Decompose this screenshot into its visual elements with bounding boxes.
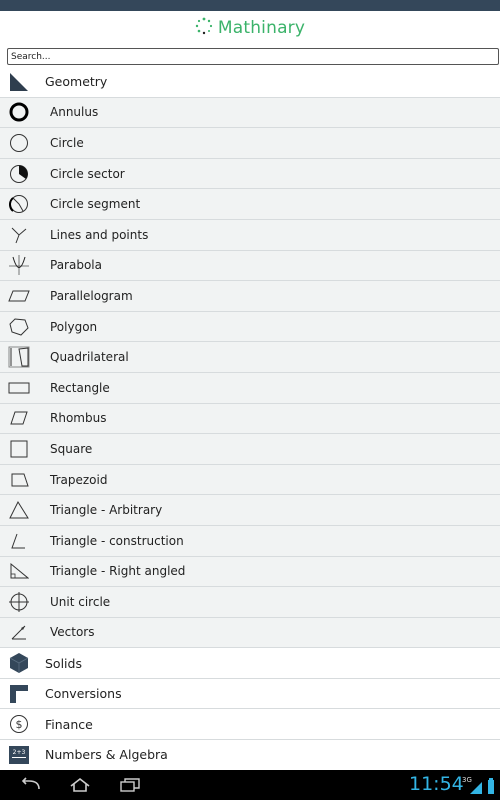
calculator-icon: 2+3 [8, 744, 30, 766]
list-item-label: Triangle - construction [50, 533, 184, 548]
recent-apps-icon[interactable] [116, 774, 144, 796]
svg-text:$: $ [16, 718, 23, 731]
svg-text:2+3: 2+3 [13, 749, 26, 756]
list-item-rhombus[interactable]: Rhombus [0, 403, 500, 435]
category-geometry[interactable]: Geometry [0, 67, 500, 98]
list-item-label: Polygon [50, 319, 98, 334]
dollar-icon: $ [8, 713, 30, 735]
list-item-quadrilateral[interactable]: Quadrilateral [0, 342, 500, 373]
list-item-parabola[interactable]: Parabola [0, 250, 500, 282]
list-item-unit-circle[interactable]: Unit circle [0, 587, 500, 618]
square-icon [8, 438, 30, 460]
corner-icon [8, 683, 30, 705]
network-type-label: 3G [462, 776, 472, 784]
circle-segment-icon [8, 193, 30, 215]
category-label: Solids [45, 655, 82, 671]
category-solids[interactable]: Solids [0, 648, 500, 679]
list-item-label: Circle segment [50, 197, 141, 212]
annulus-icon [8, 101, 30, 123]
list-item-label: Vectors [50, 625, 95, 640]
list-item-trapezoid[interactable]: Trapezoid [0, 464, 500, 496]
list-item-annulus[interactable]: Annulus [0, 97, 500, 129]
status-clock: 11:54 [409, 773, 464, 795]
list-item-label: Trapezoid [50, 472, 108, 487]
list-item-label: Parabola [50, 258, 102, 273]
signal-icon: 3G [461, 774, 497, 796]
quadrilateral-icon [8, 346, 30, 368]
list-item-label: Circle [50, 135, 84, 150]
list-item-triangle-construction[interactable]: Triangle - construction [0, 525, 500, 557]
rhombus-icon [8, 407, 30, 429]
cube-icon [8, 652, 30, 674]
list-item-polygon[interactable]: Polygon [0, 311, 500, 343]
system-nav-bar: 11:54 3G [0, 770, 500, 800]
unit-circle-icon [8, 591, 30, 613]
list-item-circle-sector[interactable]: Circle sector [0, 158, 500, 190]
lines-points-icon [8, 224, 30, 246]
list-item-label: Circle sector [50, 166, 125, 181]
list-item-label: Quadrilateral [50, 350, 129, 365]
list-item-label: Triangle - Right angled [50, 564, 186, 579]
category-numbers-algebra[interactable]: 2+3 Numbers & Algebra [0, 740, 500, 771]
search-input[interactable] [7, 48, 499, 65]
right-triangle-icon [8, 71, 30, 93]
category-label: Geometry [45, 74, 108, 90]
list-item-label: Triangle - Arbitrary [50, 503, 163, 518]
parabola-icon [8, 254, 30, 276]
list-item-label: Lines and points [50, 227, 149, 242]
list-item-label: Annulus [50, 105, 99, 120]
back-icon[interactable] [17, 774, 45, 796]
topic-list: Geometry Annulus Circle Circle sector Ci… [0, 67, 500, 771]
list-item-label: Rectangle [50, 380, 110, 395]
search-bar [0, 45, 500, 67]
triangle-icon [8, 499, 30, 521]
list-item-label: Rhombus [50, 411, 107, 426]
vectors-icon [8, 621, 30, 643]
triangle-construction-icon [8, 530, 30, 552]
home-icon[interactable] [66, 774, 94, 796]
list-item-lines-and-points[interactable]: Lines and points [0, 219, 500, 251]
category-label: Conversions [45, 686, 122, 702]
category-label: Finance [45, 716, 93, 732]
list-item-circle-segment[interactable]: Circle segment [0, 189, 500, 220]
trapezoid-icon [8, 469, 30, 491]
rectangle-icon [8, 377, 30, 399]
category-conversions[interactable]: Conversions [0, 678, 500, 710]
list-item-label: Parallelogram [50, 288, 133, 303]
list-item-label: Square [50, 441, 93, 456]
right-angled-triangle-icon [8, 560, 30, 582]
list-item-rectangle[interactable]: Rectangle [0, 372, 500, 404]
list-item-triangle-arbitrary[interactable]: Triangle - Arbitrary [0, 495, 500, 526]
circle-icon [8, 132, 30, 154]
app-header: Mathinary [0, 11, 500, 45]
list-item-parallelogram[interactable]: Parallelogram [0, 281, 500, 312]
category-label: Numbers & Algebra [45, 747, 168, 763]
category-finance[interactable]: $ Finance [0, 709, 500, 741]
list-item-square[interactable]: Square [0, 434, 500, 465]
polygon-icon [8, 316, 30, 338]
app-title: Mathinary [217, 18, 306, 38]
list-item-triangle-right-angled[interactable]: Triangle - Right angled [0, 556, 500, 588]
list-item-label: Unit circle [50, 594, 111, 609]
circle-sector-icon [8, 163, 30, 185]
app-logo-icon [195, 17, 213, 39]
top-color-bar [0, 0, 500, 11]
list-item-circle[interactable]: Circle [0, 128, 500, 159]
parallelogram-icon [8, 285, 30, 307]
list-item-vectors[interactable]: Vectors [0, 617, 500, 649]
